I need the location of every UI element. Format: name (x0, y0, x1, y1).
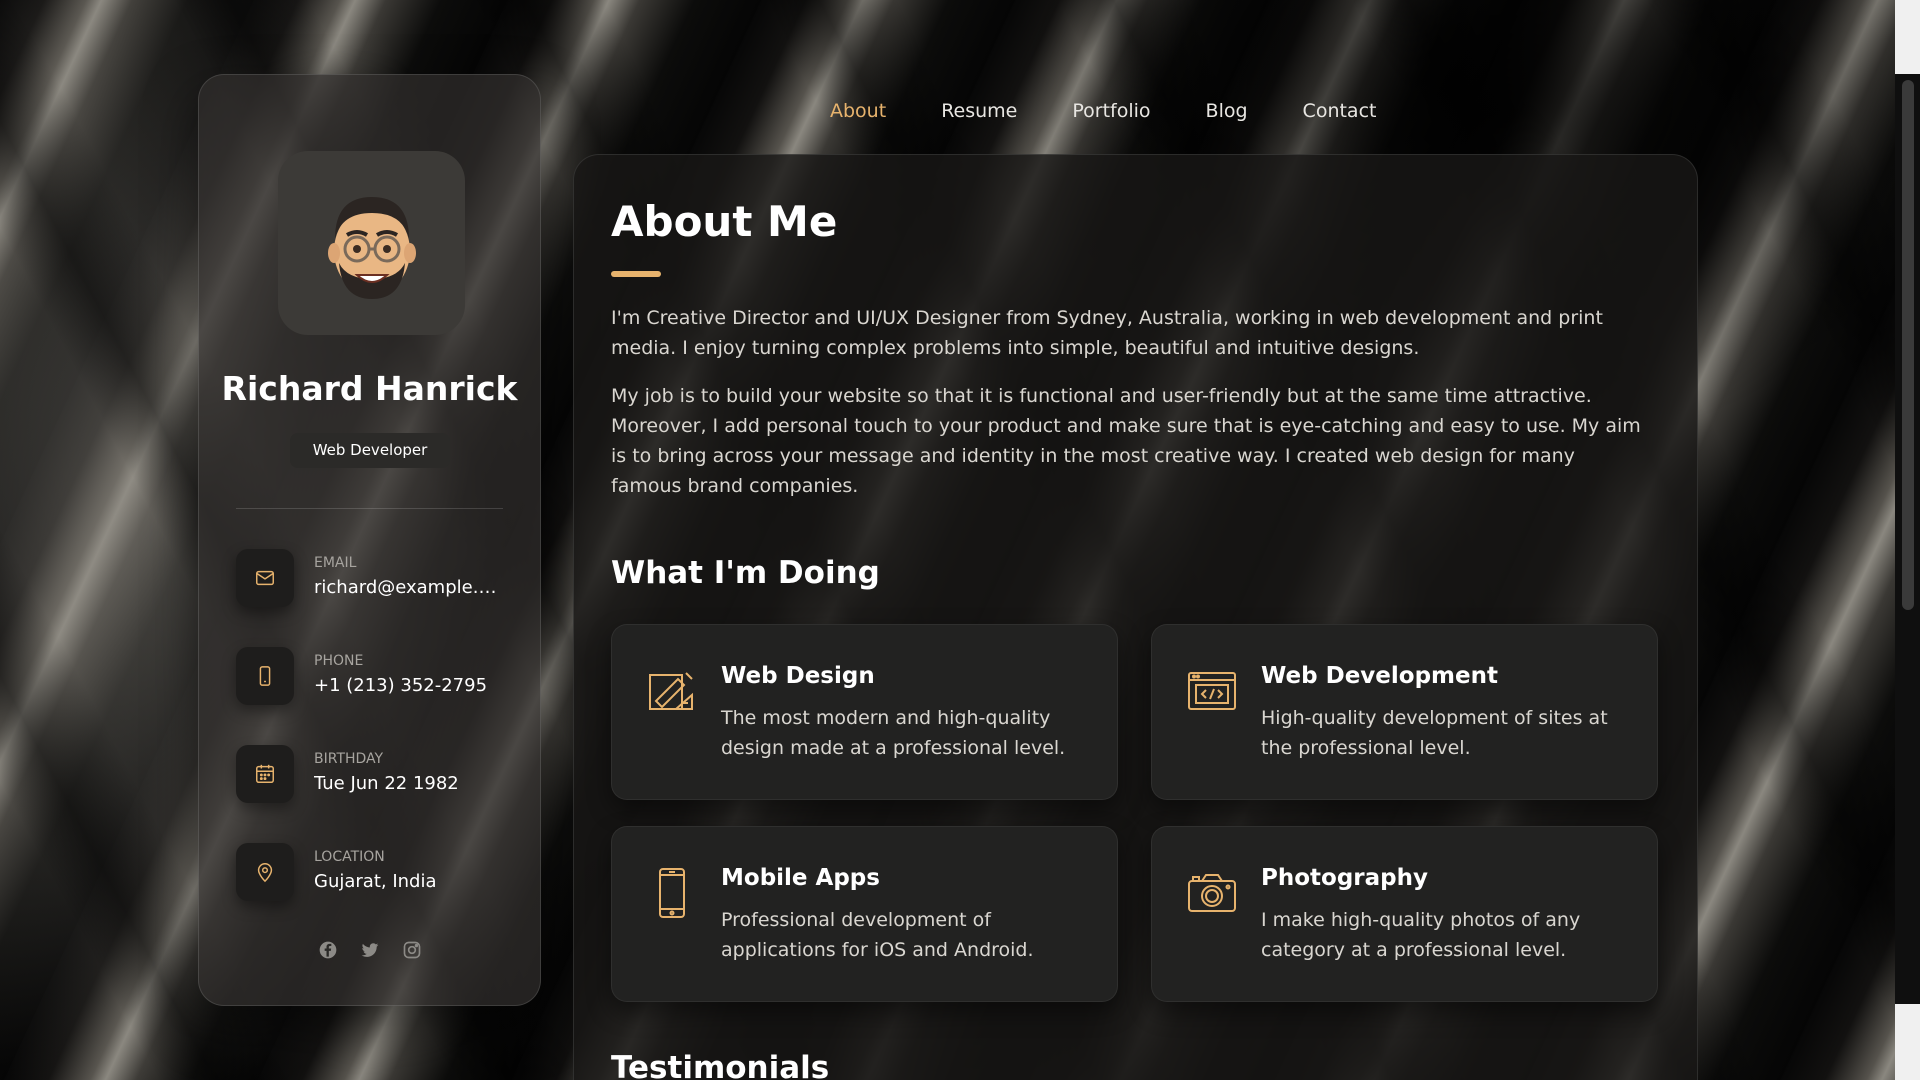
service-card-web-design: Web Design The most modern and high-qual… (611, 624, 1118, 800)
smartphone-icon (646, 867, 698, 919)
avatar (278, 151, 465, 335)
memoji-avatar-icon (327, 197, 416, 299)
contact-email: EMAIL richard@example.c... (236, 549, 526, 609)
design-icon (646, 665, 698, 717)
service-text: I make high-quality photos of any catego… (1261, 909, 1581, 961)
page-title: About Me (611, 197, 838, 246)
testimonials-heading: Testimonials (611, 1050, 830, 1080)
profile-name: Richard Hanrick (221, 369, 518, 408)
contact-label: PHONE (314, 653, 364, 669)
instagram-icon[interactable] (401, 939, 423, 961)
email-link[interactable]: richard@example.c... (314, 577, 504, 598)
location-pin-icon (236, 843, 294, 901)
service-text: Professional development of applications… (721, 909, 1034, 961)
service-text: The most modern and high-quality design … (721, 707, 1066, 759)
service-title: Web Development (1261, 663, 1498, 689)
sidebar-divider (236, 508, 503, 509)
location-value: Gujarat, India (314, 871, 437, 892)
service-title: Mobile Apps (721, 865, 880, 891)
nav-portfolio[interactable]: Portfolio (1072, 100, 1150, 122)
nav-about[interactable]: About (830, 100, 886, 122)
code-window-icon (1186, 665, 1238, 717)
contact-birthday: BIRTHDAY Tue Jun 22 1982 (236, 745, 526, 805)
about-panel: About Me I'm Creative Director and UI/UX… (573, 154, 1698, 1080)
contact-phone: PHONE +1 (213) 352-2795 (236, 647, 526, 707)
title-underline (611, 271, 661, 277)
contact-label: LOCATION (314, 849, 385, 865)
contact-label: BIRTHDAY (314, 751, 384, 767)
service-card-web-development: Web Development High-quality development… (1151, 624, 1658, 800)
nav-resume[interactable]: Resume (941, 100, 1017, 122)
calendar-icon (236, 745, 294, 803)
profile-sidebar: Richard Hanrick Web Developer EMAIL rich… (198, 74, 541, 1006)
camera-icon (1186, 867, 1238, 919)
services-heading: What I'm Doing (611, 555, 880, 591)
phone-link[interactable]: +1 (213) 352-2795 (314, 675, 504, 696)
main-nav: About Resume Portfolio Blog Contact (830, 100, 1431, 122)
nav-contact[interactable]: Contact (1303, 100, 1377, 122)
mail-icon (236, 549, 294, 607)
contact-location: LOCATION Gujarat, India (236, 843, 526, 903)
scrollbar-thumb[interactable] (1902, 80, 1914, 610)
twitter-icon[interactable] (359, 939, 381, 961)
service-text: High-quality development of sites at the… (1261, 707, 1608, 759)
phone-icon (236, 647, 294, 705)
social-links (199, 939, 540, 961)
service-title: Photography (1261, 865, 1428, 891)
about-paragraph-1: I'm Creative Director and UI/UX Designer… (611, 307, 1603, 359)
service-card-mobile-apps: Mobile Apps Professional development of … (611, 826, 1118, 1002)
service-title: Web Design (721, 663, 875, 689)
role-badge: Web Developer (290, 433, 450, 468)
service-card-photography: Photography I make high-quality photos o… (1151, 826, 1658, 1002)
contact-label: EMAIL (314, 555, 357, 571)
scrollbar[interactable] (1895, 0, 1920, 1080)
about-paragraph-2: My job is to build your website so that … (611, 385, 1641, 497)
facebook-icon[interactable] (317, 939, 339, 961)
birthday-value: Tue Jun 22 1982 (314, 773, 459, 794)
nav-blog[interactable]: Blog (1206, 100, 1248, 122)
